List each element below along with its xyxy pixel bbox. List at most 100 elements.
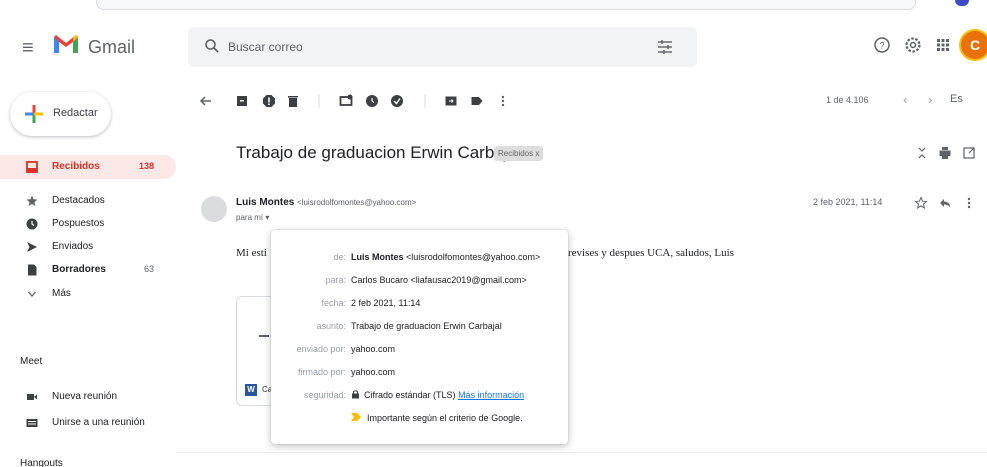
search-bar[interactable] [188,27,697,67]
sidebar-item-starred[interactable]: Destacados [0,189,176,213]
label-icon[interactable] [470,94,484,108]
meet-section-title: Meet [20,356,43,367]
back-arrow-icon[interactable] [199,94,213,108]
sidebar-item-sent[interactable]: Enviados [0,235,176,259]
search-input[interactable] [228,38,628,56]
expand-all-icon[interactable] [915,146,929,160]
detail-label: seguridad: [303,390,346,400]
older-chevron-icon[interactable]: › [928,92,932,107]
compose-plus-icon [25,105,43,123]
sidebar-item-label: Nueva reunión [52,391,118,402]
sidebar-item-inbox[interactable]: Recibidos 138 [0,155,176,179]
detail-label: enviado por: [296,344,346,354]
email-subject: Trabajo de graduacion Erwin Carbajal [236,143,521,162]
security-value: Cifrado estándar (TLS) [364,390,456,400]
detail-row-importance: Importante según el criterio de Google. [271,409,568,427]
gmail-logo-icon[interactable] [52,33,80,55]
move-to-icon[interactable] [444,94,458,108]
search-options-icon[interactable] [656,38,674,56]
more-info-link[interactable]: Más información [458,390,524,400]
detail-value: Luis Montes <luisrodolfomontes@yahoo.com… [351,252,540,262]
detail-row-security: seguridad: Cifrado estándar (TLS) Más in… [271,386,568,404]
browser-top-band [96,0,916,10]
clock-icon [26,218,38,230]
sidebar-item-drafts[interactable]: Borradores 63 [0,258,176,282]
gmail-wordmark[interactable]: Gmail [88,37,135,58]
detail-label: de: [333,252,346,262]
from-name: Luis Montes [351,252,404,262]
draft-icon [28,264,37,276]
mark-unread-icon[interactable] [339,94,353,108]
detail-label: para: [325,275,346,285]
detail-label: firmado por: [297,367,346,377]
from-email: <luisrodolfomontes@yahoo.com> [406,252,541,262]
divider [176,452,987,453]
account-avatar[interactable]: C [961,31,987,59]
newer-chevron-icon[interactable]: ‹ [903,92,907,107]
more-vert-icon[interactable] [962,196,976,210]
detail-value: yahoo.com [351,367,396,377]
settings-gear-icon[interactable] [904,36,922,54]
tb-divider [424,94,426,108]
sender-name[interactable]: Luis Montes [236,197,294,208]
add-task-icon[interactable] [390,94,404,108]
apps-grid-icon[interactable] [934,36,952,54]
extension-icon[interactable] [955,0,969,6]
message-body-end: revises y despues UCA, saludos, Luis [568,247,734,259]
snooze-icon[interactable] [365,94,379,108]
reply-icon[interactable] [938,196,952,210]
message-body-start: Mi esti [236,247,267,259]
video-icon [27,394,37,400]
send-icon [27,242,37,252]
more-vert-icon[interactable] [496,94,510,108]
sidebar-item-label: Recibidos [52,161,100,172]
detail-row-to: para: Carlos Bucaro <liafausac2019@gmail… [271,271,568,289]
detail-row-mailed-by: enviado por: yahoo.com [271,340,568,358]
sidebar-item-snoozed[interactable]: Pospuestos [0,212,176,236]
attachment-preview [259,335,269,337]
sidebar-item-label: Enviados [52,241,94,252]
importance-marker-icon [351,413,361,421]
sidebar-item-label: Unirse a una reunión [52,417,145,428]
detail-value: Cifrado estándar (TLS) Más información [364,390,524,400]
sidebar-item-new-meeting[interactable]: Nueva reunión [0,385,176,409]
message-details-popup: de: Luis Montes <luisrodolfomontes@yahoo… [271,230,568,444]
detail-value: Carlos Bucaro <liafausac2019@gmail.com> [351,275,527,285]
draft-count: 63 [143,264,154,274]
detail-value: 2 feb 2021, 11:14 [351,298,421,308]
pagination-count: 1 de 4.106 [826,95,869,105]
lock-icon [352,390,359,399]
gmail-window: ≡ Gmail ? C [0,0,987,467]
help-icon[interactable]: ? [873,36,891,54]
importance-text: Importante según el criterio de Google. [367,413,523,423]
unread-count: 138 [138,161,154,171]
sidebar-item-label: Borradores [52,264,106,275]
detail-value: yahoo.com [351,344,396,354]
keyboard-icon [26,419,38,427]
tb-divider [318,94,320,108]
word-file-icon: W [245,384,257,396]
svg-text:?: ? [879,41,884,51]
input-tools-language[interactable]: Es [950,93,963,105]
star-icon[interactable] [914,196,928,210]
archive-icon[interactable] [235,94,249,108]
sender-avatar [201,196,227,222]
print-icon[interactable] [938,146,952,160]
report-spam-icon[interactable] [262,94,276,108]
sidebar-item-label: Más [52,288,71,299]
star-icon [26,195,38,206]
inbox-icon [26,161,38,173]
open-new-window-icon[interactable] [962,146,976,160]
delete-icon[interactable] [286,94,300,108]
recipient-details-toggle[interactable]: para mí ▾ [236,213,269,222]
sidebar-item-label: Pospuestos [52,218,105,229]
compose-button[interactable]: Redactar [10,92,111,136]
inbox-label-chip[interactable]: Recibidos x [494,146,544,161]
sidebar-item-more[interactable]: Más [0,282,176,306]
search-icon[interactable] [204,38,220,54]
main-menu-icon[interactable]: ≡ [22,37,34,60]
detail-row-from: de: Luis Montes <luisrodolfomontes@yahoo… [271,248,568,266]
detail-row-signed-by: firmado por: yahoo.com [271,363,568,381]
hangouts-section-title: Hangouts [20,458,63,467]
sidebar-item-join-meeting[interactable]: Unirse a una reunión [0,411,176,435]
